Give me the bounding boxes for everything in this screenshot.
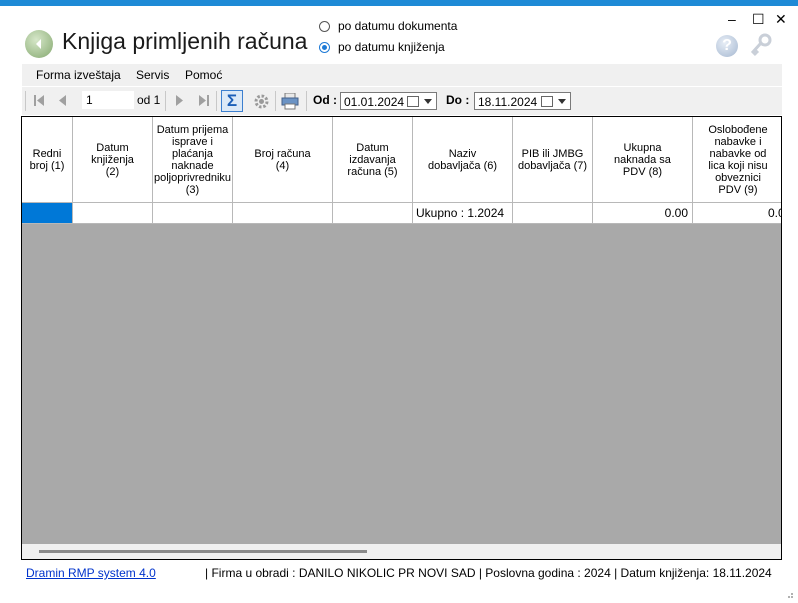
close-button[interactable]: ✕	[775, 11, 787, 28]
toolbar-separator	[275, 91, 276, 111]
chevron-down-icon	[424, 99, 432, 104]
sum-icon[interactable]: Σ	[221, 90, 243, 112]
to-date-value: 18.11.2024	[478, 95, 538, 109]
table-cell-datum-prijema[interactable]	[153, 203, 233, 224]
settings-icon[interactable]	[253, 93, 270, 110]
prev-page-icon[interactable]	[58, 95, 67, 106]
resize-grip-icon[interactable]	[784, 589, 794, 599]
from-date-label: Od :	[313, 93, 337, 107]
menu-forma-izvestaja[interactable]: Forma izveštaja	[36, 68, 121, 82]
data-grid[interactable]: Redni broj (1) Datum knjiženja (2) Datum…	[21, 116, 782, 560]
table-cell-broj-racuna[interactable]	[233, 203, 333, 224]
toolbar-separator	[165, 91, 166, 111]
table-cell-datum-izdavanja[interactable]	[333, 203, 413, 224]
back-icon	[36, 39, 41, 49]
radio-document-date[interactable]	[319, 20, 330, 32]
chevron-down-icon	[558, 99, 566, 104]
table-cell-naziv-dobavljaca[interactable]: Ukupno : 1.2024	[413, 203, 513, 224]
column-header-broj-racuna[interactable]: Broj računa (4)	[233, 117, 333, 203]
filter-by-posting-date[interactable]: po datumu knjiženja	[319, 40, 445, 54]
table-cell-redni-broj[interactable]	[22, 203, 73, 224]
help-icon[interactable]: ?	[716, 35, 738, 57]
column-header-pib-jmbg[interactable]: PIB ili JMBG dobavljača (7)	[513, 117, 593, 203]
app-version-link[interactable]: Dramin RMP system 4.0	[26, 566, 156, 580]
column-header-naziv-dobavljaca[interactable]: Naziv dobavljača (6)	[413, 117, 513, 203]
to-date-label: Do :	[446, 93, 470, 107]
calendar-icon	[407, 96, 419, 107]
page-number-input[interactable]	[82, 91, 134, 109]
key-icon[interactable]	[748, 33, 774, 57]
table-cell-datum-knjizenja[interactable]	[73, 203, 153, 224]
column-header-datum-knjizenja[interactable]: Datum knjiženja (2)	[73, 117, 153, 203]
radio-document-date-label: po datumu dokumenta	[338, 19, 458, 33]
toolbar-separator	[306, 91, 307, 111]
column-header-ukupna-naknada[interactable]: Ukupna naknada sa PDV (8)	[593, 117, 693, 203]
column-header-redni-broj[interactable]: Redni broj (1)	[22, 117, 73, 203]
last-page-icon[interactable]	[198, 95, 209, 106]
back-button[interactable]	[25, 30, 53, 58]
table-cell-oslobodjene-nabavke[interactable]: 0.00	[693, 203, 781, 224]
radio-posting-date-label: po datumu knjiženja	[338, 40, 445, 54]
calendar-icon	[541, 96, 553, 107]
minimize-button[interactable]: –	[728, 11, 736, 27]
toolbar-separator	[216, 91, 217, 111]
window-accent-bar	[0, 0, 798, 6]
column-header-datum-izdavanja[interactable]: Datum izdavanja računa (5)	[333, 117, 413, 203]
print-icon[interactable]	[281, 93, 299, 110]
maximize-button[interactable]: ☐	[752, 11, 765, 28]
menu-bar: Forma izveštaja Servis Pomoć	[22, 64, 782, 86]
from-date-value: 01.01.2024	[344, 95, 405, 109]
next-page-icon[interactable]	[175, 95, 184, 106]
scrollbar-thumb[interactable]	[39, 550, 367, 553]
toolbar-grip	[25, 91, 26, 111]
page-count: od 1	[137, 93, 161, 107]
column-header-datum-prijema[interactable]: Datum prijema isprave i plaćanja naknade…	[153, 117, 233, 203]
first-page-icon[interactable]	[34, 95, 45, 106]
table-cell-ukupna-naknada[interactable]: 0.00	[593, 203, 693, 224]
menu-servis[interactable]: Servis	[136, 68, 169, 82]
table-cell-pib-jmbg[interactable]	[513, 203, 593, 224]
window-title: Knjiga primljenih računa	[62, 28, 308, 54]
from-date-picker[interactable]: 01.01.2024	[340, 92, 437, 110]
toolbar: od 1 Σ Od : 01.01.2024 Do : 18.11.2024	[22, 87, 782, 115]
column-header-oslobodjene-nabavke[interactable]: Oslobođene nabavke i nabavke od lica koj…	[693, 117, 781, 203]
to-date-picker[interactable]: 18.11.2024	[474, 92, 571, 110]
status-info: | Firma u obradi : DANILO NIKOLIC PR NOV…	[205, 566, 772, 580]
radio-posting-date[interactable]	[319, 41, 330, 53]
menu-pomoc[interactable]: Pomoć	[185, 68, 222, 82]
filter-by-document-date[interactable]: po datumu dokumenta	[319, 19, 457, 33]
horizontal-scrollbar[interactable]	[22, 544, 781, 559]
